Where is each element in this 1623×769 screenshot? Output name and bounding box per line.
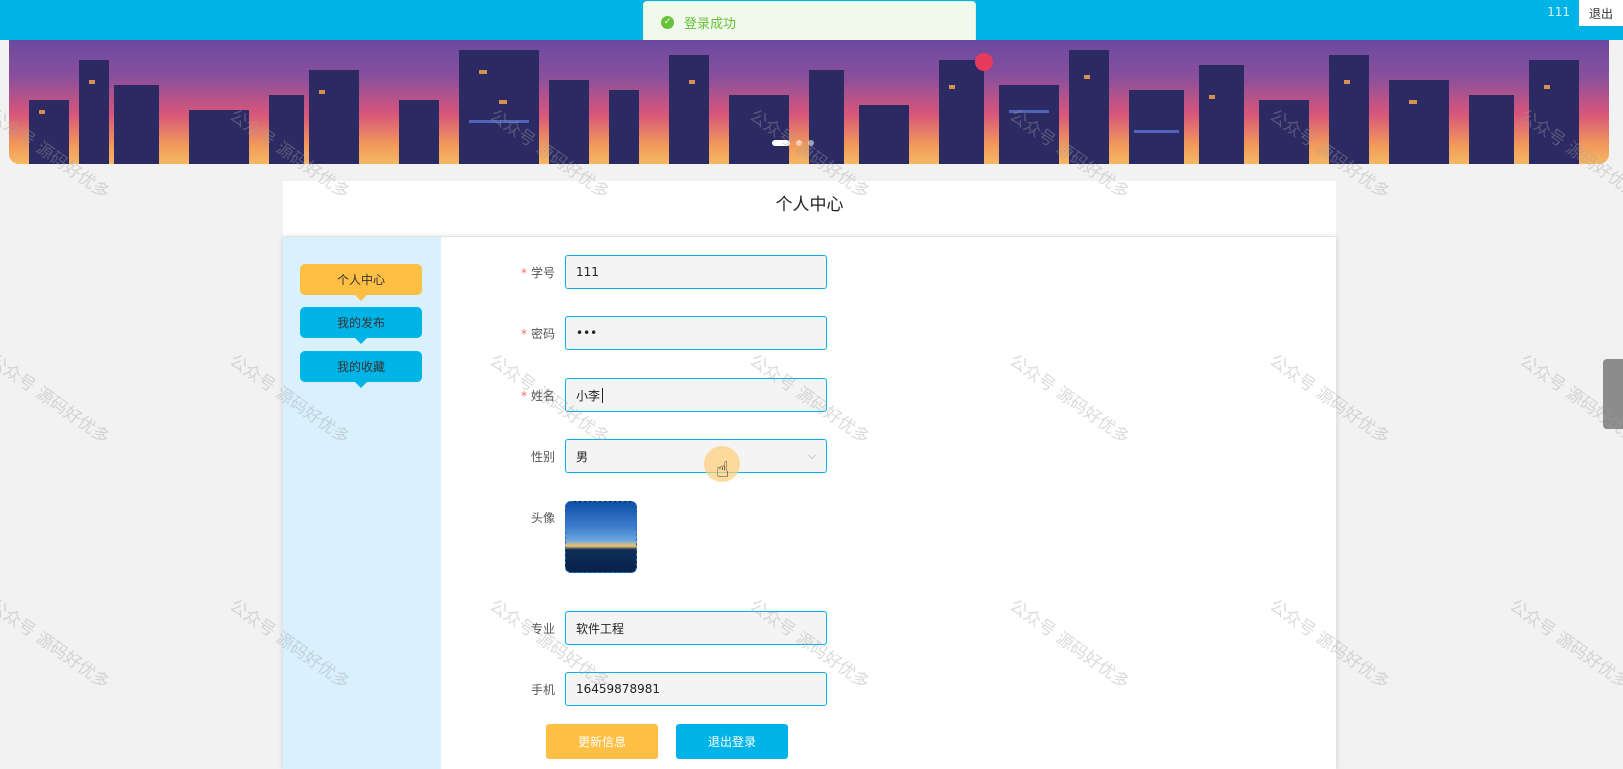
form-row-name: * 姓名 小李	[475, 378, 827, 412]
required-mark: *	[520, 265, 527, 280]
name-input[interactable]: 小李	[565, 378, 827, 412]
phone-input[interactable]: 16459878981	[565, 672, 827, 706]
current-username: 111	[1547, 5, 1570, 19]
toast-message: 登录成功	[684, 16, 737, 32]
watermark: 公众号 源码好优多	[0, 350, 113, 449]
hand-cursor-icon: ☝	[716, 458, 730, 483]
student-id-input[interactable]: 111	[565, 255, 827, 289]
phone-label: 手机	[530, 682, 555, 697]
carousel-dot-3[interactable]	[808, 140, 814, 146]
sidebar-item-profile[interactable]: 个人中心	[300, 264, 422, 301]
required-mark: *	[520, 388, 527, 403]
form-row-avatar: 头像	[475, 501, 637, 573]
top-logout-button[interactable]: 退出	[1579, 0, 1623, 26]
update-info-button[interactable]: 更新信息	[546, 724, 658, 759]
form-row-major: 专业 软件工程	[475, 611, 827, 645]
check-circle-icon: ✓	[661, 15, 674, 29]
logout-button[interactable]: 退出登录	[676, 724, 788, 759]
avatar-label: 头像	[530, 511, 555, 525]
carousel-dot-1[interactable]	[772, 140, 790, 146]
avatar-upload[interactable]	[565, 501, 637, 573]
major-label: 专业	[530, 621, 555, 636]
sidebar: 个人中心 我的发布 我的收藏	[283, 237, 441, 769]
sidebar-item-my-posts[interactable]: 我的发布	[300, 307, 422, 344]
name-label: 姓名	[530, 388, 555, 403]
page-title-section: 个人中心	[283, 181, 1336, 236]
form-row-password: * 密码 •••	[475, 316, 827, 350]
gender-label: 性别	[530, 449, 555, 464]
form-row-student-id: * 学号 111	[475, 255, 827, 289]
major-input[interactable]: 软件工程	[565, 611, 827, 645]
form-row-phone: 手机 16459878981	[475, 672, 827, 706]
chevron-down-icon: ⌵	[807, 449, 816, 462]
password-label: 密码	[530, 326, 555, 341]
carousel-dot-2[interactable]	[796, 140, 802, 146]
student-id-label: 学号	[530, 265, 555, 280]
carousel-indicators	[772, 140, 814, 146]
watermark: 公众号 源码好优多	[0, 595, 113, 694]
watermark: 公众号 源码好优多	[1505, 595, 1623, 694]
password-input[interactable]: •••	[565, 316, 827, 350]
name-value: 小李	[576, 388, 601, 403]
page-title: 个人中心	[775, 195, 844, 215]
text-caret	[602, 387, 604, 403]
form-row-gender: 性别 男 ⌵	[475, 439, 827, 473]
required-mark: *	[520, 326, 527, 341]
sidebar-item-my-favorites[interactable]: 我的收藏	[300, 351, 422, 388]
gender-value: 男	[576, 449, 589, 464]
profile-card: 个人中心 我的发布 我的收藏 * 学号 111 * 密码 ••• * 姓名 小李 性别…	[283, 237, 1336, 769]
gender-select[interactable]: 男 ⌵	[565, 439, 827, 473]
success-toast: ✓ 登录成功	[643, 1, 976, 43]
side-float-tab[interactable]	[1603, 359, 1623, 429]
